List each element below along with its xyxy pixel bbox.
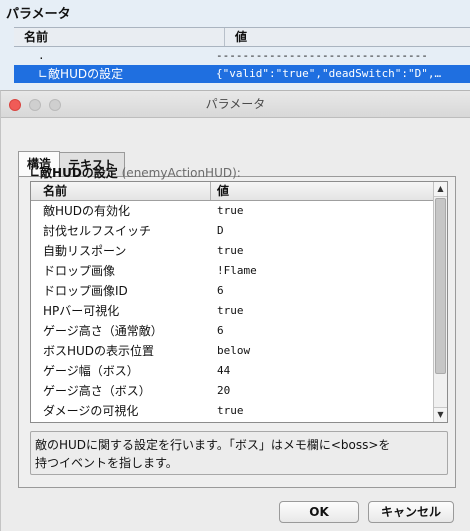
grid-row[interactable]: HPバー可視化 true xyxy=(31,301,433,321)
grid-col-name[interactable]: 名前 xyxy=(31,182,211,200)
outer-col-value[interactable]: 値 xyxy=(225,28,257,46)
description-line-2: 持つイベントを指します。 xyxy=(35,456,178,470)
grid-col-value[interactable]: 値 xyxy=(211,182,229,200)
dialog-title: パラメータ xyxy=(205,97,266,111)
grid-row[interactable]: ゲージ幅（ボス） 44 xyxy=(31,361,433,381)
grid-row-value: 6 xyxy=(217,324,224,337)
grid-row-value: 44 xyxy=(217,364,231,377)
grid-row-value: D xyxy=(217,224,224,237)
outer-row-value: -------------------------------- xyxy=(216,49,428,62)
grid-row-name: ゲージ高さ（ボス） xyxy=(43,384,151,398)
outer-row-name: . xyxy=(38,49,45,62)
scroll-down-icon[interactable]: ▼ xyxy=(434,407,447,422)
grid-row-name: ドロップ画像 xyxy=(43,264,116,278)
grid-row-value: !Flame xyxy=(217,264,257,277)
ok-button[interactable]: OK xyxy=(279,501,359,523)
outer-row-enemy-hud-selected[interactable]: ∟敵HUDの設定 {"valid":"true","deadSwitch":"D… xyxy=(14,65,470,83)
grid-row-name: 自動リスポーン xyxy=(43,244,127,258)
struct-heading-key: (enemyActionHUD): xyxy=(117,166,241,180)
grid-row-name: ゲージ高さ（通常敵） xyxy=(43,324,163,338)
outer-row-separator[interactable]: . -------------------------------- xyxy=(14,47,470,65)
struct-heading-name: ∟敵HUDの設定 xyxy=(30,166,118,180)
grid-row-value: below xyxy=(217,344,251,357)
grid-scrollbar[interactable]: ▲ ▼ xyxy=(433,182,447,422)
grid-row-name: ゲージ幅（ボス） xyxy=(43,364,139,378)
grid-row-value: 20 xyxy=(217,384,231,397)
grid-row-name: ダメージの可視化 xyxy=(43,404,139,418)
grid-row-name: 討伐セルフスイッチ xyxy=(43,224,152,238)
grid-row[interactable]: ゲージ高さ（通常敵） 6 xyxy=(31,321,433,341)
description-box: 敵のHUDに関する設定を行います。「ボス」はメモ欄に<boss>を 持つイベント… xyxy=(30,431,448,475)
grid-row-value: 6 xyxy=(217,284,224,297)
grid-row[interactable]: 討伐セルフスイッチ D xyxy=(31,221,433,241)
grid-row-value: true xyxy=(217,404,244,417)
grid-row-value: true xyxy=(217,204,244,217)
grid-row[interactable]: ドロップ画像 !Flame xyxy=(31,261,433,281)
grid-row[interactable]: ゲージ高さ（ボス） 20 xyxy=(31,381,433,401)
dialog-titlebar[interactable]: パラメータ xyxy=(1,91,470,118)
grid-row[interactable]: 自動リスポーン true xyxy=(31,241,433,261)
struct-grid: 名前 値 敵HUDの有効化 true 討伐セルフスイッチ D 自動リスポーン true… xyxy=(30,181,448,423)
outer-table-header: 名前 値 xyxy=(14,27,470,47)
grid-header: 名前 値 xyxy=(31,182,433,201)
grid-row-name: ボスHUDの表示位置 xyxy=(43,344,155,358)
scroll-up-icon[interactable]: ▲ xyxy=(434,182,447,197)
outer-parameter-table: 名前 値 . -------------------------------- … xyxy=(14,27,470,83)
grid-row[interactable]: ドロップ画像ID 6 xyxy=(31,281,433,301)
grid-row-name: HPバー可視化 xyxy=(43,304,120,318)
cancel-button[interactable]: キャンセル xyxy=(368,501,454,523)
outer-row-name: ∟敵HUDの設定 xyxy=(38,67,124,81)
grid-row[interactable]: 敵HUDの有効化 true xyxy=(31,201,433,221)
grid-row[interactable]: ボスHUDの表示位置 below xyxy=(31,341,433,361)
grid-row-value: true xyxy=(217,244,244,257)
description-line-1: 敵のHUDに関する設定を行います。「ボス」はメモ欄に<boss>を xyxy=(35,438,391,452)
outer-col-name[interactable]: 名前 xyxy=(14,28,225,46)
grid-row-name: ドロップ画像ID xyxy=(43,284,128,298)
grid-row[interactable]: ダメージの可視化 true xyxy=(31,401,433,421)
scroll-thumb[interactable] xyxy=(435,198,446,374)
struct-heading: ∟敵HUDの設定 (enemyActionHUD): xyxy=(30,164,241,181)
outer-title: パラメータ xyxy=(6,7,71,22)
grid-row-value: true xyxy=(217,304,244,317)
grid-row-name: 敵HUDの有効化 xyxy=(43,204,131,218)
outer-row-value: {"valid":"true","deadSwitch":"D",… xyxy=(216,67,442,80)
